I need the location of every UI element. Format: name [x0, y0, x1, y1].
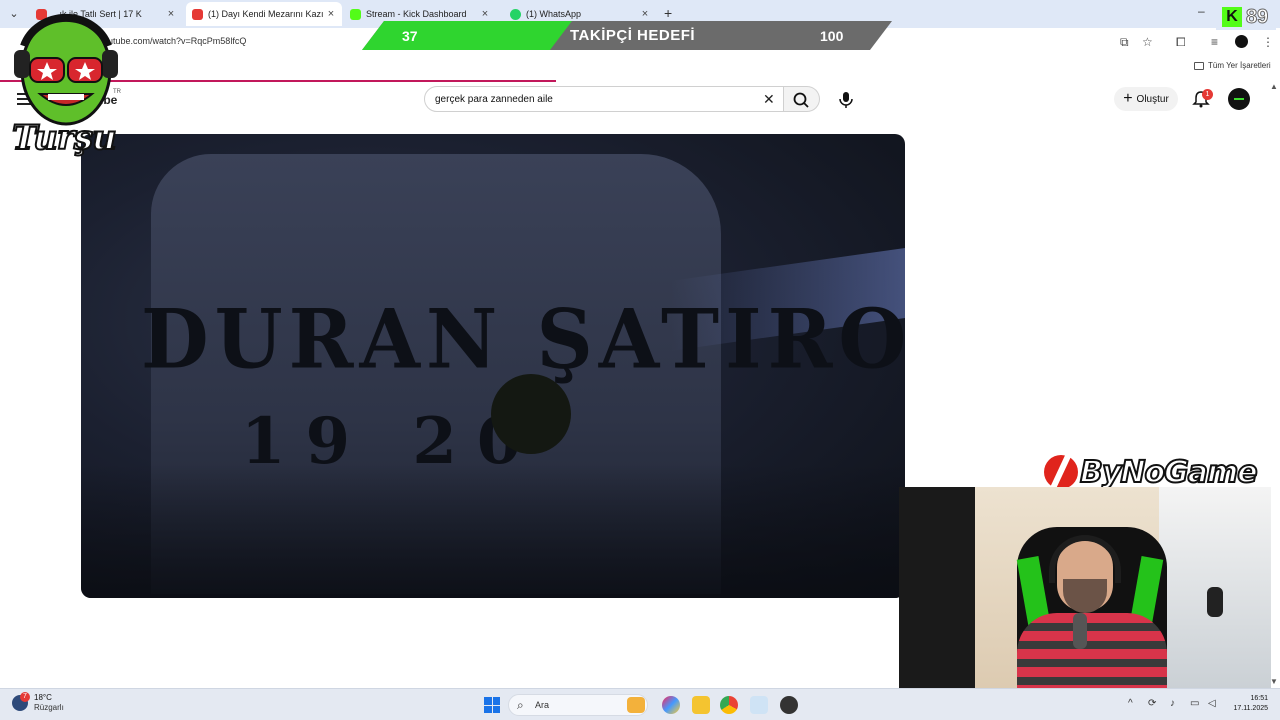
- scroll-down-arrow-icon[interactable]: ▼: [1270, 677, 1278, 686]
- kick-logo-icon: K: [1222, 7, 1242, 27]
- gravestone-engraving-name: DURAN ŞATIROĞLU: [141, 291, 905, 388]
- create-label: Oluştur: [1136, 93, 1169, 105]
- microphone-tray-icon[interactable]: ♪: [1170, 698, 1175, 709]
- system-clock[interactable]: 16:51 17.11.2025: [1226, 694, 1268, 714]
- folder-icon: [1194, 61, 1204, 70]
- copilot-icon[interactable]: [662, 696, 680, 714]
- follower-goal-bar: 37 TAKİPÇİ HEDEFİ 100: [362, 21, 892, 50]
- search-highlight-icon: [627, 697, 645, 713]
- window-minimize-button[interactable]: –: [1198, 4, 1205, 18]
- whatsapp-favicon-icon: [510, 8, 521, 20]
- start-button[interactable]: [484, 697, 500, 713]
- microphone-icon: [839, 92, 853, 108]
- install-app-icon[interactable]: ⧉: [1120, 35, 1129, 50]
- reading-list-icon[interactable]: ≡: [1211, 35, 1218, 49]
- browser-tab-active[interactable]: (1) Dayı Kendi Mezarını Kazı ×: [186, 2, 342, 26]
- search-box[interactable]: gerçek para zanneden aile ✕: [424, 86, 784, 112]
- clear-search-icon[interactable]: ✕: [763, 91, 775, 108]
- pickle-mascot-icon: [14, 13, 118, 126]
- goal-title: TAKİPÇİ HEDEFİ: [570, 27, 696, 44]
- clock-time: 16:51: [1250, 695, 1268, 702]
- bookmarks-bar: [0, 56, 1280, 78]
- weather-widget[interactable]: 7 18°C Rüzgarlı: [12, 692, 64, 713]
- close-icon[interactable]: ×: [324, 8, 338, 20]
- new-tab-button[interactable]: +: [664, 5, 672, 21]
- url-field[interactable]: utube.com/watch?v=RqcPm58lfcQ: [108, 36, 246, 46]
- tab-title: (1) Dayı Kendi Mezarını Kazı: [208, 9, 324, 19]
- chrome-icon[interactable]: [720, 696, 738, 714]
- volume-icon[interactable]: ◁: [1208, 698, 1216, 709]
- search-button[interactable]: [784, 86, 820, 112]
- webcam-feed: [899, 487, 1271, 695]
- kick-viewer-count: 89: [1245, 6, 1269, 29]
- search-input[interactable]: gerçek para zanneden aile: [435, 94, 553, 105]
- notification-count-badge: 1: [1202, 89, 1213, 100]
- tab-title: (1) WhatsApp: [526, 9, 582, 19]
- profile-avatar-icon[interactable]: [1235, 35, 1248, 48]
- goal-target-value: 100: [820, 28, 844, 44]
- goal-current-value: 37: [402, 28, 418, 44]
- video-shadow: [81, 464, 905, 598]
- file-explorer-icon[interactable]: [692, 696, 710, 714]
- bookmark-star-icon[interactable]: ☆: [1142, 35, 1153, 49]
- tray-overflow-chevron-icon[interactable]: ^: [1128, 698, 1133, 709]
- all-bookmarks-button[interactable]: Tüm Yer İşaretleri: [1194, 61, 1271, 70]
- sponsor-mark-icon: [1044, 455, 1078, 489]
- settings-gear-icon[interactable]: [750, 696, 768, 714]
- sponsor-name: ByNoGame: [1079, 454, 1259, 491]
- plus-icon: +: [1123, 90, 1133, 107]
- pickle-mascot-logo: Turşu: [4, 6, 128, 162]
- mascot-name: Turşu: [11, 117, 118, 159]
- beetle-shape: [491, 374, 571, 454]
- goal-bar-fill: [362, 21, 572, 50]
- taskbar-search-placeholder: Ara: [535, 700, 550, 710]
- weather-description: Rüzgarlı: [34, 703, 64, 712]
- weather-icon: 7: [12, 692, 30, 711]
- kick-favicon-icon: [350, 8, 361, 20]
- obs-icon[interactable]: [780, 696, 798, 714]
- taskbar-search[interactable]: ⌕ Ara: [508, 694, 648, 716]
- search-icon: ⌕: [517, 698, 524, 712]
- sync-icon[interactable]: ⟳: [1148, 698, 1156, 709]
- search-icon: [793, 92, 809, 108]
- account-avatar[interactable]: [1228, 88, 1250, 110]
- close-icon[interactable]: ×: [478, 8, 492, 20]
- create-button[interactable]: + Oluştur: [1114, 87, 1178, 111]
- all-bookmarks-label: Tüm Yer İşaretleri: [1208, 61, 1271, 70]
- network-icon[interactable]: ▭: [1190, 698, 1199, 709]
- sponsor-logo: ByNoGame: [1044, 452, 1259, 492]
- kick-viewer-badge: K 89: [1216, 4, 1276, 30]
- close-icon[interactable]: ×: [638, 8, 652, 20]
- more-menu-icon[interactable]: ⋮: [1262, 35, 1274, 49]
- windows-taskbar: 7 18°C Rüzgarlı ⌕ Ara ^ ⟳ ♪ ▭ ◁ 16:51 17…: [0, 688, 1280, 720]
- scroll-up-arrow-icon[interactable]: ▲: [1270, 82, 1278, 91]
- clock-date: 17.11.2025: [1233, 705, 1268, 712]
- weather-temperature: 18°C: [34, 693, 52, 702]
- tab-title: Stream - Kick Dashboard: [366, 9, 467, 19]
- voice-search-button[interactable]: [832, 86, 860, 112]
- close-icon[interactable]: ×: [164, 8, 178, 20]
- youtube-favicon-icon: [192, 8, 203, 20]
- extensions-icon[interactable]: ⧠: [1176, 35, 1186, 50]
- video-player[interactable]: DURAN ŞATIROĞLU 19 20: [81, 134, 905, 598]
- weather-badge: 7: [20, 692, 30, 702]
